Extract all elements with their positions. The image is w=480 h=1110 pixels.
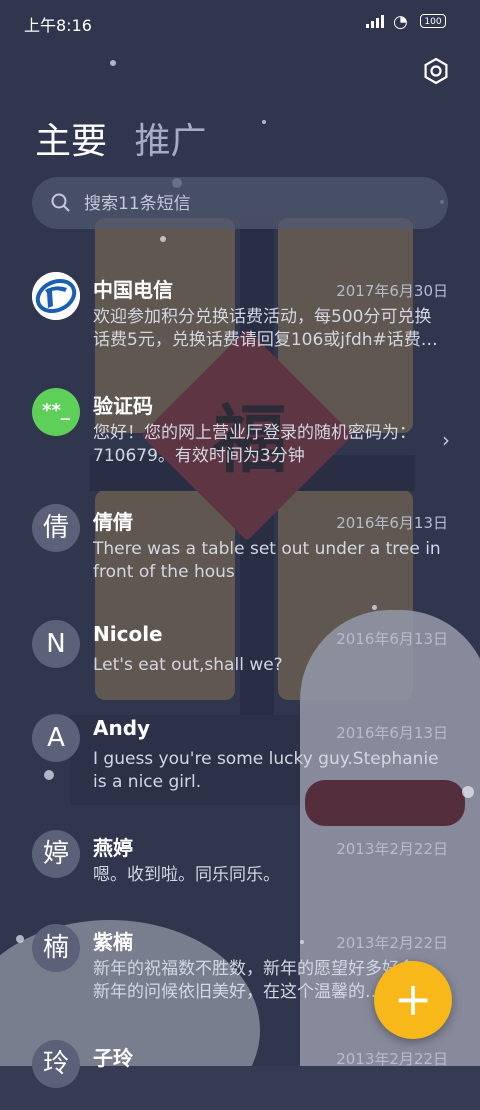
search-input[interactable] <box>82 177 436 231</box>
conversation-item[interactable]: 婷 燕婷 2013年2月22日 嗯。收到啦。同乐同乐。 <box>0 820 480 914</box>
message-preview: 欢迎参加积分兑换话费活动，每500分可兑换话费5元，兑换话费请回复106或jfd… <box>93 307 438 350</box>
search-icon <box>51 193 70 212</box>
contact-name: Andy <box>93 716 151 740</box>
avatar: 婷 <box>32 830 80 878</box>
message-preview: 嗯。收到啦。同乐同乐。 <box>93 865 280 885</box>
category-tabs: 主要 推广 <box>35 112 222 164</box>
conversation-item[interactable]: 倩 倩倩 2016年6月13日 There was a table set ou… <box>0 494 480 610</box>
compose-button[interactable]: + <box>374 961 452 1039</box>
message-preview: 您好！您的网上营业厅登录的随机密码为：710679。有效时间为3分钟 <box>93 423 416 466</box>
tab-main[interactable]: 主要 <box>35 121 107 162</box>
avatar: 倩 <box>32 504 80 552</box>
message-date: 2013年2月22日 <box>336 934 448 952</box>
status-time: 上午8:16 <box>24 16 92 35</box>
tab-promotions[interactable]: 推广 <box>134 121 206 162</box>
contact-name: 倩倩 <box>93 510 133 534</box>
message-preview: Let's eat out,shall we? <box>93 655 283 675</box>
message-date: 2016年6月13日 <box>336 630 448 648</box>
conversation-item[interactable]: **_ 验证码 您好！您的网上营业厅登录的随机密码为：710679。有效时间为3… <box>0 378 480 494</box>
conversation-item[interactable]: 中国电信 2017年6月30日 欢迎参加积分兑换话费活动，每500分可兑换话费5… <box>0 262 480 378</box>
battery-icon: 100 <box>420 14 446 28</box>
message-date: 2016年6月13日 <box>336 514 448 532</box>
contact-name: 燕婷 <box>93 836 133 860</box>
chevron-right-icon[interactable]: › <box>442 428 450 452</box>
search-bar[interactable] <box>32 177 448 231</box>
signal-icon <box>366 15 384 28</box>
message-date: 2016年6月13日 <box>336 724 448 742</box>
status-bar: 上午8:16 ◔ 100 <box>0 0 480 44</box>
wifi-icon: ◔ <box>393 12 408 32</box>
avatar: **_ <box>32 388 80 436</box>
message-date: 2017年6月30日 <box>336 282 448 300</box>
contact-name: Nicole <box>93 622 163 646</box>
conversation-item[interactable]: A Andy 2016年6月13日 I guess you're some lu… <box>0 704 480 820</box>
avatar: 玲 <box>32 1040 80 1088</box>
conversation-item[interactable]: 玲 子玲 2013年2月22日 <box>0 1030 480 1110</box>
avatar: A <box>32 714 80 762</box>
message-preview: There was a table set out under a tree i… <box>93 539 441 582</box>
message-date: 2013年2月22日 <box>336 840 448 858</box>
gear-icon[interactable] <box>420 55 452 87</box>
china-telecom-logo-icon <box>32 272 80 320</box>
contact-name: 子玲 <box>93 1046 133 1070</box>
message-preview: I guess you're some lucky guy.Stephanie … <box>93 749 439 792</box>
contact-name: 验证码 <box>93 394 153 418</box>
contact-name: 中国电信 <box>93 278 173 302</box>
avatar: N <box>32 620 80 668</box>
avatar: 楠 <box>32 924 80 972</box>
conversation-item[interactable]: N Nicole 2016年6月13日 Let's eat out,shall … <box>0 610 480 704</box>
contact-name: 紫楠 <box>93 930 133 954</box>
